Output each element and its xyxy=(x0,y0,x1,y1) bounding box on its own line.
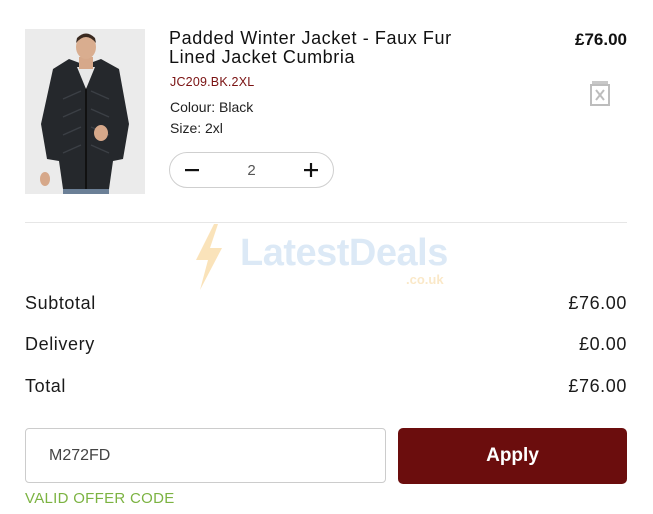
offer-code-input[interactable] xyxy=(25,428,386,483)
product-title[interactable]: Padded Winter Jacket - Faux Fur Lined Ja… xyxy=(169,29,509,67)
product-size: Size: 2xl xyxy=(170,120,223,136)
delivery-value: £0.00 xyxy=(578,334,627,354)
product-colour: Colour: Black xyxy=(170,99,254,115)
total-value: £76.00 xyxy=(568,376,627,396)
trash-icon xyxy=(590,81,610,106)
product-title-line1[interactable]: Padded Winter Jacket - Faux Fur xyxy=(169,29,509,48)
product-photo xyxy=(25,29,145,194)
quantity-value[interactable]: 2 xyxy=(247,162,255,179)
subtotal-label: Subtotal xyxy=(25,293,96,313)
product-image[interactable] xyxy=(25,29,145,194)
cart-page: Padded Winter Jacket - Faux Fur Lined Ja… xyxy=(0,0,653,514)
remove-item-button[interactable] xyxy=(588,80,612,106)
decrease-quantity-button[interactable] xyxy=(182,160,202,180)
offer-status-message: VALID OFFER CODE xyxy=(25,490,175,507)
product-sku: JC209.BK.2XL xyxy=(170,75,255,89)
subtotal-value: £76.00 xyxy=(568,293,627,313)
delivery-label: Delivery xyxy=(25,334,95,354)
apply-button[interactable]: Apply xyxy=(398,428,627,484)
watermark: LatestDeals .co.uk xyxy=(188,222,478,292)
watermark-brand: LatestDeals xyxy=(240,232,448,274)
quantity-stepper: 2 xyxy=(169,152,334,188)
divider xyxy=(25,222,627,223)
watermark-domain: .co.uk xyxy=(406,272,444,287)
product-price: £76.00 xyxy=(575,30,627,49)
lightning-bolt-icon xyxy=(196,224,222,290)
total-label: Total xyxy=(25,376,67,396)
increase-quantity-button[interactable] xyxy=(301,160,321,180)
product-title-line2[interactable]: Lined Jacket Cumbria xyxy=(169,48,509,67)
plus-icon xyxy=(304,163,318,177)
minus-icon xyxy=(185,169,199,172)
